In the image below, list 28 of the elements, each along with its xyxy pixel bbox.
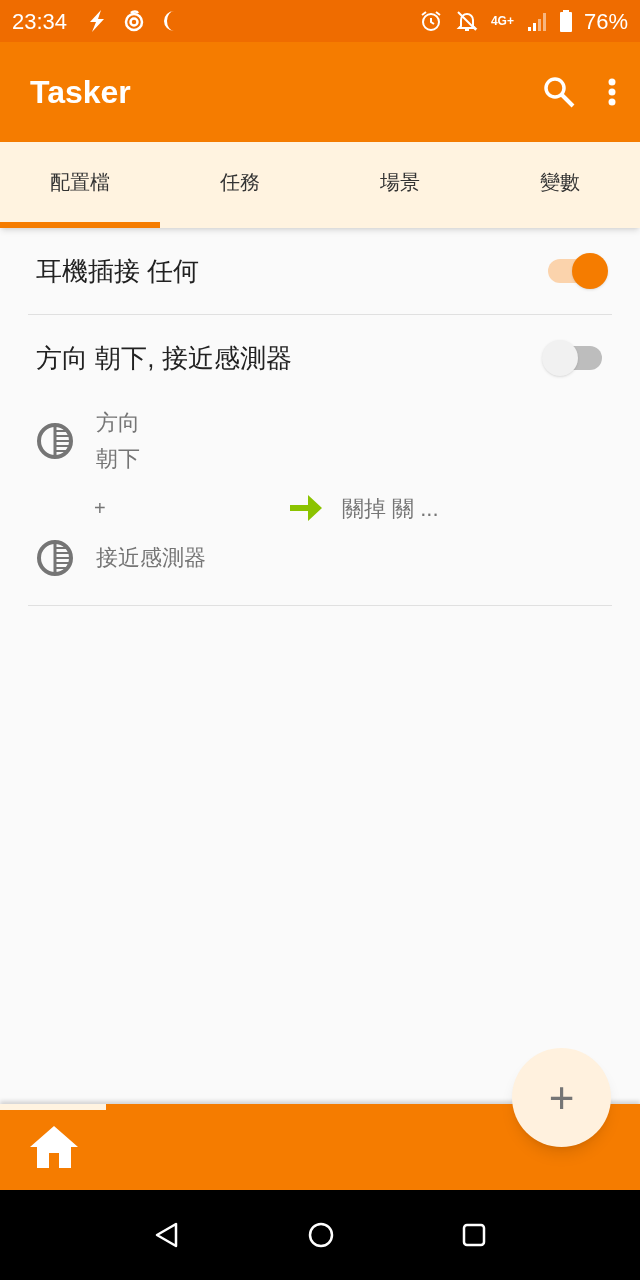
task-name[interactable]: 關掉 關 ... [342, 491, 439, 525]
app-title: Tasker [30, 73, 131, 112]
search-icon[interactable] [542, 75, 576, 109]
arrow-icon [290, 493, 324, 523]
battery-icon [559, 10, 572, 32]
tab[interactable]: 配置檔 [0, 142, 160, 228]
tab[interactable]: 場景 [320, 142, 480, 228]
profile-name[interactable]: 方向 朝下, 接近感測器 [36, 338, 546, 378]
more-options-icon[interactable] [608, 78, 616, 106]
swirl-icon [123, 10, 146, 32]
context-label[interactable]: 接近感測器 [96, 540, 206, 576]
network-type: 4G+ [490, 15, 514, 27]
clock-time: 23:34 [12, 7, 68, 36]
add-context-link[interactable]: + [94, 493, 290, 523]
back-icon[interactable] [154, 1221, 180, 1249]
muted-bell-icon [454, 9, 479, 33]
half-circle-icon [36, 422, 74, 460]
battery-percent: 76% [583, 7, 628, 36]
recents-icon[interactable] [462, 1223, 486, 1247]
context-label[interactable]: 朝下 [96, 441, 140, 477]
context-label[interactable]: 方向 [96, 405, 140, 441]
home-circle-icon[interactable] [308, 1222, 334, 1248]
half-circle-icon [36, 539, 74, 577]
home-icon[interactable] [30, 1126, 78, 1168]
tab[interactable]: 任務 [160, 142, 320, 228]
profile-name[interactable]: 耳機插接 任何 [36, 251, 546, 291]
signal-icon [525, 10, 548, 32]
tab[interactable]: 變數 [480, 142, 640, 228]
